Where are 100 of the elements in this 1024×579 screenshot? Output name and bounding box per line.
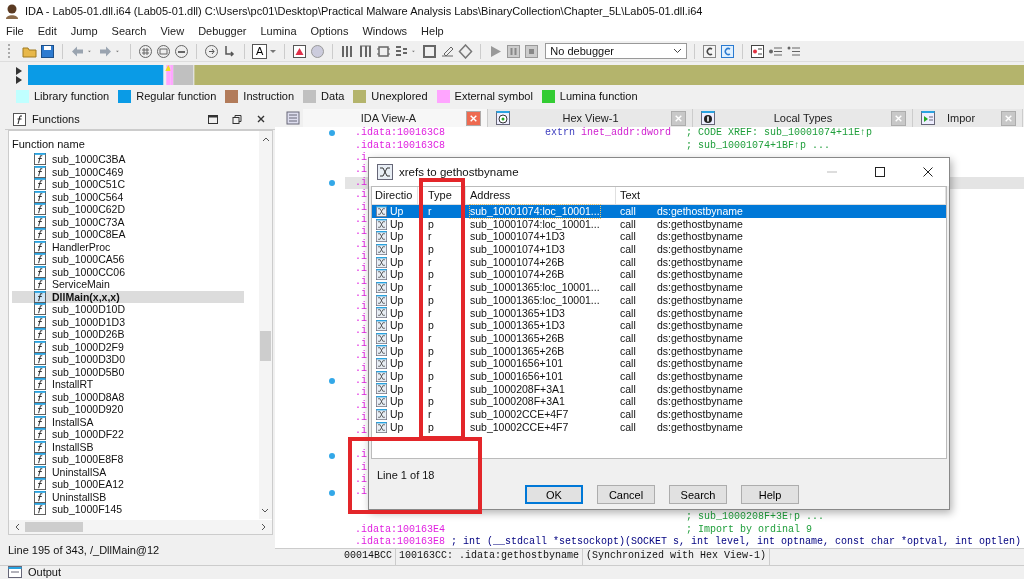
scroll-left-icon[interactable] — [13, 522, 21, 533]
function-item[interactable]: sub_1000C51C — [12, 178, 244, 191]
function-item[interactable]: sub_1000C73A — [12, 215, 244, 229]
function-item[interactable]: sub_1000D3D0 — [12, 353, 244, 366]
column-header[interactable]: Text — [616, 187, 946, 204]
dialog-button[interactable]: Cancel — [597, 485, 655, 504]
horizontal-scrollbar[interactable] — [9, 520, 272, 535]
navigation-arrows-icon[interactable] — [14, 64, 24, 85]
scroll-right-icon[interactable] — [260, 522, 268, 533]
xref-row[interactable]: Up r sub_10001365:loc_10001... call ds:gethostbyname — [372, 281, 946, 294]
column-header[interactable]: Directio — [372, 187, 418, 204]
stop-icon[interactable] — [524, 43, 540, 59]
column-header[interactable]: Function name — [12, 135, 252, 154]
scroll-up-icon[interactable] — [260, 135, 271, 144]
menu-item[interactable]: Debugger — [198, 25, 247, 38]
tab[interactable]: IDA View-A — [303, 109, 488, 128]
enter-icon[interactable] — [204, 43, 219, 59]
dialog-button[interactable]: Search — [669, 485, 727, 504]
xref-row[interactable]: Up p sub_10001074+1D3 call ds:gethostbyname — [372, 243, 946, 256]
function-item[interactable]: sub_1000C62D — [12, 203, 244, 216]
text-style-button[interactable]: A — [252, 43, 268, 59]
function-item[interactable]: sub_1000C564 — [12, 190, 244, 204]
function-item[interactable]: InstallSA — [12, 415, 244, 429]
frame-icon[interactable] — [422, 43, 438, 59]
xref-row[interactable]: Up p sub_10001074+26B call ds:gethostbyname — [372, 268, 946, 282]
xref-row[interactable]: Up p sub_10001365+1D3 call ds:gethostbyname — [372, 319, 946, 332]
segments-icon[interactable] — [358, 43, 374, 59]
xref-row[interactable]: Up p sub_10002CCE+4F7 call ds:gethostbyname — [372, 420, 946, 434]
xref-row[interactable]: Up r sub_10001656+101 call ds:gethostbyname — [372, 357, 946, 370]
function-item[interactable]: UninstallSA — [12, 465, 244, 479]
xref-row[interactable]: Up r sub_1000208F+3A1 call ds:gethostbyname — [372, 382, 946, 396]
breakpoint-dot[interactable] — [329, 130, 335, 137]
dialog-button[interactable]: Help — [741, 485, 799, 504]
xref-row[interactable]: Up r sub_10001074+1D3 call ds:gethostbyname — [372, 230, 946, 244]
function-item[interactable]: sub_1000C8EA — [12, 228, 244, 241]
function-item[interactable]: sub_1000D920 — [12, 403, 244, 416]
xref-row[interactable]: Up p sub_10001365+26B call ds:gethostbyname — [372, 344, 946, 358]
circle-icon[interactable] — [156, 43, 171, 59]
circle-icon[interactable] — [174, 43, 189, 59]
function-item[interactable]: sub_1000DF22 — [12, 428, 244, 441]
xref-row[interactable]: Up r sub_10001365+26B call ds:gethostbyname — [372, 331, 946, 345]
column-header[interactable]: Address — [466, 187, 616, 204]
menu-item[interactable]: Lumina — [260, 25, 297, 38]
function-item[interactable]: sub_1000D5B0 — [12, 365, 244, 379]
xref-row[interactable]: Up p sub_10001365:loc_10001... call ds:gethostbyname — [372, 293, 946, 307]
structure-icon[interactable] — [394, 43, 410, 59]
scroll-thumb[interactable] — [25, 522, 83, 533]
maximize-icon[interactable] — [874, 166, 886, 178]
function-item[interactable]: sub_1000D2F9 — [12, 340, 244, 354]
grid-circle-icon[interactable] — [138, 43, 153, 59]
breakpoint-dot[interactable] — [329, 179, 335, 186]
dialog-button[interactable]: OK — [525, 485, 583, 504]
vertical-scrollbar[interactable] — [259, 131, 272, 520]
function-item[interactable]: DllMain(x,x,x) — [12, 290, 244, 304]
breakpoint-dot[interactable] — [329, 489, 335, 496]
tab[interactable]: Local Types — [693, 109, 913, 128]
function-item[interactable]: sub_1000D1D3 — [12, 315, 244, 329]
scroll-thumb[interactable] — [260, 331, 271, 362]
close-icon[interactable] — [922, 166, 934, 178]
breakpoint-dot[interactable] — [329, 452, 335, 459]
function-item[interactable]: sub_1000D8A8 — [12, 390, 244, 404]
function-item[interactable]: ServiceMain — [12, 278, 244, 291]
float-icon[interactable] — [231, 113, 243, 126]
function-item[interactable]: UninstallSB — [12, 490, 244, 504]
function-item[interactable]: sub_1000CC06 — [12, 265, 244, 279]
xref-row[interactable]: Up r sub_10002CCE+4F7 call ds:gethostbyname — [372, 408, 946, 421]
menu-item[interactable]: Search — [111, 25, 147, 38]
tab[interactable]: Hex View-1 — [488, 109, 693, 128]
debugger-dropdown[interactable]: No debugger — [545, 43, 688, 60]
menu-item[interactable]: Windows — [362, 25, 408, 38]
xref-row[interactable]: Up p sub_1000208F+3A1 call ds:gethostbyname — [372, 395, 946, 408]
xref-row[interactable]: Up r sub_10001074+26B call ds:gethostbyname — [372, 255, 946, 269]
xref-row[interactable]: Up p sub_10001656+101 call ds:gethostbyname — [372, 369, 946, 383]
menu-item[interactable]: Edit — [37, 25, 57, 38]
menu-item[interactable]: Help — [421, 25, 444, 38]
function-item[interactable]: InstallRT — [12, 378, 244, 391]
pause-icon[interactable] — [506, 43, 522, 59]
diamond-icon[interactable] — [458, 43, 474, 59]
function-item[interactable]: sub_1000C469 — [12, 165, 244, 179]
save-icon[interactable] — [40, 43, 55, 59]
jump-icon[interactable] — [222, 43, 237, 59]
function-item[interactable]: sub_1000D10D — [12, 303, 244, 316]
chip-icon[interactable] — [376, 43, 392, 59]
menu-item[interactable]: View — [160, 25, 185, 38]
xref-row[interactable]: Up r sub_10001074:loc_10001... call ds:gethostbyname — [372, 205, 946, 218]
function-item[interactable]: sub_1000CA56 — [12, 253, 244, 266]
list-icon[interactable] — [750, 43, 766, 59]
function-item[interactable]: sub_1000E8F8 — [12, 453, 244, 466]
function-item[interactable]: sub_1000EA12 — [12, 478, 244, 491]
breakpoint-dot[interactable] — [329, 378, 335, 385]
tab[interactable]: Impor — [913, 109, 1023, 128]
menu-item[interactable]: Jump — [70, 25, 98, 38]
function-item[interactable]: sub_1000C3BA — [12, 153, 244, 166]
function-item[interactable]: InstallSB — [12, 440, 244, 454]
column-header[interactable]: Type — [418, 187, 466, 204]
function-item[interactable]: sub_1000D26B — [12, 328, 244, 341]
c-letter-icon[interactable] — [702, 43, 718, 59]
menu-item[interactable]: File — [6, 25, 24, 38]
menu-item[interactable]: Options — [310, 25, 349, 38]
xref-row[interactable]: Up r sub_10001365+1D3 call ds:gethostbyname — [372, 306, 946, 320]
